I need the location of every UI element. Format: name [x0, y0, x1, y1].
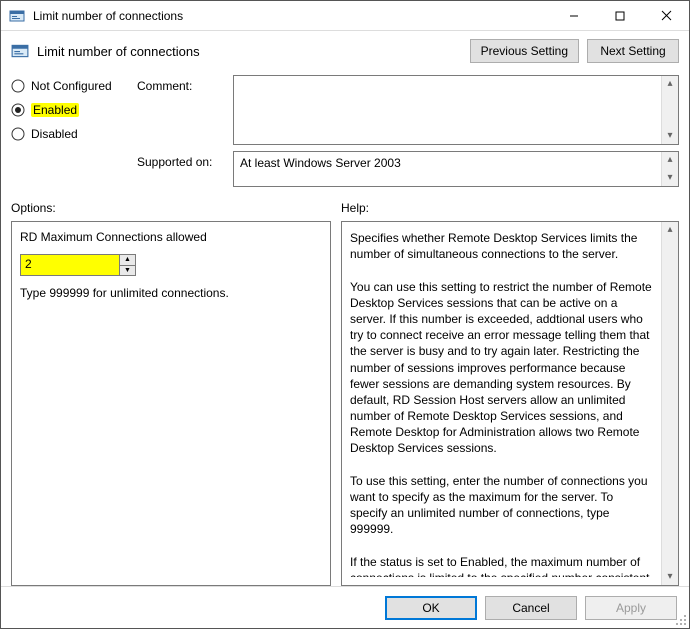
option-hint: Type 999999 for unlimited connections. — [20, 286, 322, 300]
previous-setting-button[interactable]: Previous Setting — [470, 39, 579, 63]
options-panel: RD Maximum Connections allowed 2 ▲ ▼ Typ… — [11, 221, 331, 586]
radio-label: Not Configured — [31, 79, 112, 93]
supported-on-field: At least Windows Server 2003 ▴ ▾ — [233, 151, 679, 187]
scroll-up-icon: ▴ — [667, 222, 672, 238]
options-label: Options: — [11, 201, 341, 215]
spinner-down-button[interactable]: ▼ — [120, 266, 135, 276]
radio-label: Enabled — [31, 103, 79, 117]
supported-on-label: Supported on: — [137, 151, 227, 187]
close-button[interactable] — [643, 1, 689, 30]
next-setting-button[interactable]: Next Setting — [587, 39, 679, 63]
radio-enabled[interactable]: Enabled — [11, 103, 131, 117]
scrollbar[interactable]: ▴ ▾ — [661, 152, 678, 186]
policy-icon — [11, 42, 29, 60]
comment-textarea[interactable]: ▴ ▾ — [233, 75, 679, 145]
scroll-down-icon: ▾ — [667, 128, 672, 144]
radio-off-icon — [11, 79, 25, 93]
option-field-label: RD Maximum Connections allowed — [20, 230, 322, 244]
help-panel: Specifies whether Remote Desktop Service… — [341, 221, 679, 586]
scroll-down-icon: ▾ — [667, 569, 672, 585]
radio-label: Disabled — [31, 127, 78, 141]
radio-off-icon — [11, 127, 25, 141]
header-title: Limit number of connections — [37, 44, 200, 59]
scroll-up-icon: ▴ — [667, 76, 672, 92]
scroll-up-icon: ▴ — [667, 152, 672, 168]
dialog-footer: OK Cancel Apply — [1, 586, 689, 628]
supported-on-value: At least Windows Server 2003 — [240, 156, 401, 170]
apply-button[interactable]: Apply — [585, 596, 677, 620]
scrollbar[interactable]: ▴ ▾ — [661, 222, 678, 585]
resize-grip-icon[interactable] — [675, 614, 687, 626]
policy-dialog: Limit number of connections Limit number… — [0, 0, 690, 629]
window-title: Limit number of connections — [31, 9, 551, 23]
cancel-button[interactable]: Cancel — [485, 596, 577, 620]
max-connections-spinner[interactable]: 2 ▲ ▼ — [20, 254, 136, 276]
comment-label: Comment: — [137, 75, 227, 93]
radio-not-configured[interactable]: Not Configured — [11, 79, 131, 93]
radio-on-icon — [11, 103, 25, 117]
spinner-up-button[interactable]: ▲ — [120, 255, 135, 266]
help-text: Specifies whether Remote Desktop Service… — [350, 230, 670, 577]
help-label: Help: — [341, 201, 369, 215]
policy-icon — [9, 8, 25, 24]
max-connections-value[interactable]: 2 — [21, 255, 119, 275]
radio-disabled[interactable]: Disabled — [11, 127, 131, 141]
scrollbar[interactable]: ▴ ▾ — [661, 76, 678, 144]
ok-button[interactable]: OK — [385, 596, 477, 620]
minimize-button[interactable] — [551, 1, 597, 30]
scroll-down-icon: ▾ — [667, 170, 672, 186]
maximize-button[interactable] — [597, 1, 643, 30]
titlebar: Limit number of connections — [1, 1, 689, 31]
